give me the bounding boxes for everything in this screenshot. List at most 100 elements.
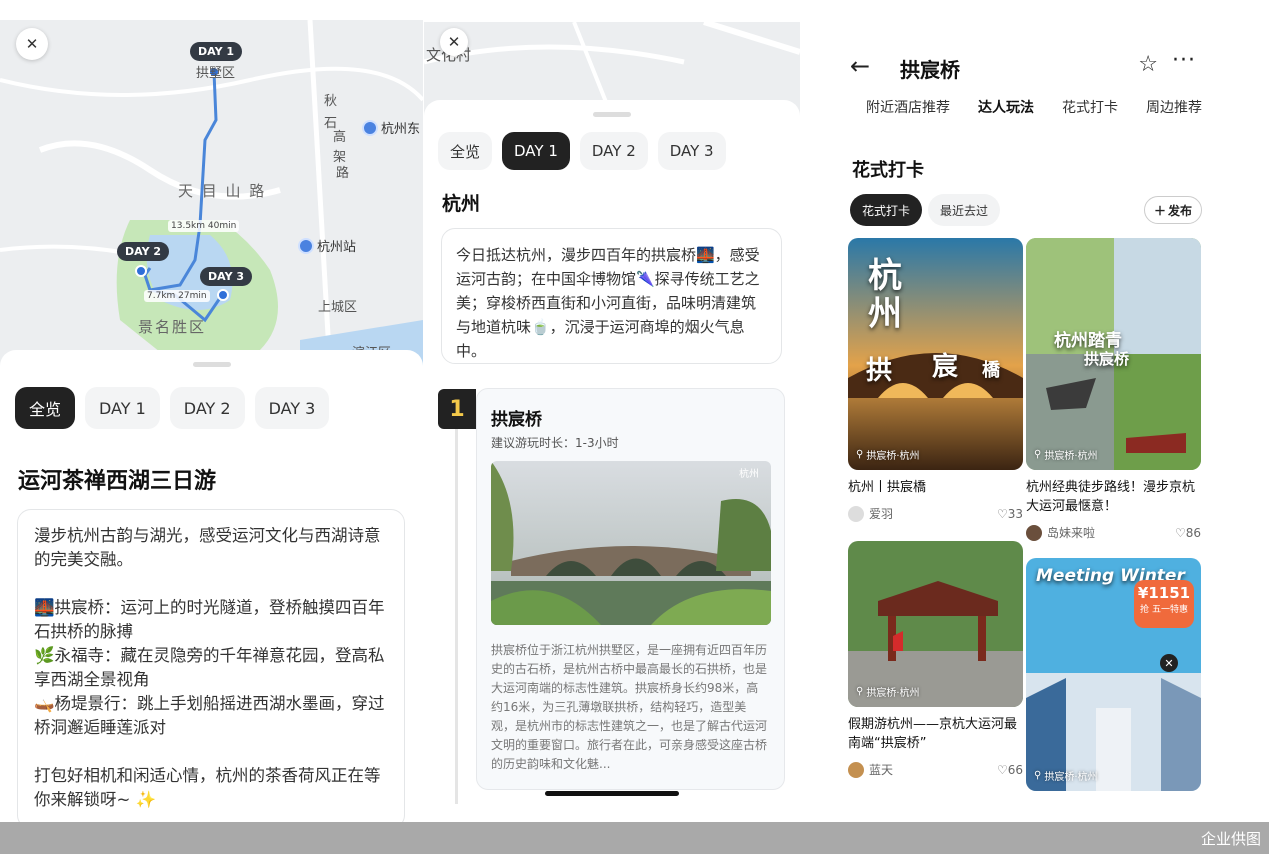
photo-watermark: 杭州 (739, 469, 759, 480)
note-author[interactable]: 岛妹来啦 (1026, 524, 1095, 541)
trip-overview-panel: ✕ DAY 1 DAY 2 DAY 3 拱墅区 秋 石 高 架 路 天 目 山 … (0, 0, 423, 822)
route-distance-2: 7.7km 27min (144, 290, 210, 302)
like-count[interactable]: ♡33 (997, 507, 1023, 521)
like-count[interactable]: ♡66 (997, 763, 1023, 777)
tab-day-3[interactable]: DAY 3 (254, 387, 330, 429)
overlay-char: 橋 (982, 360, 1000, 381)
tab-day-2[interactable]: DAY 2 (579, 132, 648, 170)
promo-subtext: 抢 五一特惠 (1140, 605, 1188, 615)
tab-nearby-hotels[interactable]: 附近酒店推荐 (866, 97, 950, 117)
map-label-gongshu: 拱墅区 (196, 66, 236, 81)
note-card[interactable]: Meeting Winter ¥1151 抢 五一特惠 ✕ ⚲ 拱宸桥·杭州 (1026, 558, 1201, 791)
map-pin-day-2[interactable]: DAY 2 (117, 242, 170, 261)
footer-credit: 企业供图 (1200, 830, 1261, 848)
tab-day-1[interactable]: DAY 1 (502, 132, 570, 170)
day-tabs: 全览 DAY 1 DAY 2 DAY 3 (438, 132, 726, 170)
location-tag: ⚲ 拱宸桥·杭州 (1034, 770, 1098, 783)
chip-checkin[interactable]: 花式打卡 (850, 194, 923, 226)
publish-button[interactable]: ＋ 发布 (1143, 196, 1202, 224)
location-pin-icon: ⚲ (1034, 449, 1042, 460)
note-author[interactable]: 蓝天 (848, 761, 893, 778)
sheet-drag-handle[interactable] (192, 362, 231, 367)
trip-summary-card: 漫步杭州古韵与湖光，感受运河文化与西湖诗意的完美交融。 🌉拱宸桥：运河上的时光隧… (17, 509, 405, 822)
poi-hangzhou-east[interactable]: 杭州东 (362, 118, 420, 137)
chip-recent[interactable]: 最近去过 (928, 194, 1001, 226)
location-tag: ⚲ 拱宸桥·杭州 (1034, 449, 1098, 462)
station-icon (298, 237, 314, 254)
tab-day-2[interactable]: DAY 2 (169, 387, 245, 429)
close-icon[interactable]: ✕ (1160, 654, 1178, 672)
spot-description: 拱宸桥位于浙江杭州拱墅区，是一座拥有近四百年历史的古石桥，是杭州古桥中最高最长的… (491, 643, 768, 771)
day-intro-card: 今日抵达杭州，漫步四百年的拱宸桥🌉，感受运河古韵；在中国伞博物馆🌂探寻传统工艺之… (441, 228, 782, 364)
trip-intro: 漫步杭州古韵与湖光，感受运河文化与西湖诗意的完美交融。 (34, 526, 381, 569)
map-label-tianmushan: 天 目 山 路 (178, 182, 267, 200)
tab-overview[interactable]: 全览 (15, 387, 76, 429)
star-icon[interactable]: ☆ (1138, 52, 1158, 77)
overlay-char: 州 (868, 294, 902, 334)
page-header: ← 拱宸桥 ☆ ··· (848, 48, 1218, 84)
avatar (848, 505, 864, 522)
note-thumbnail: Meeting Winter ¥1151 抢 五一特惠 ✕ ⚲ 拱宸桥·杭州 (1026, 558, 1201, 791)
note-meta: 爱羽 ♡33 (848, 505, 1023, 522)
note-card[interactable]: ⚲ 拱宸桥·杭州 假期游杭州——京杭大运河最南端“拱宸桥” 蓝天 ♡66 (848, 541, 1023, 778)
sheet-drag-handle[interactable] (593, 112, 631, 117)
bottom-sheet: 全览 DAY 1 DAY 2 DAY 3 杭州 今日抵达杭州，漫步四百年的拱宸桥… (424, 100, 800, 822)
note-title: 假期游杭州——京杭大运河最南端“拱宸桥” (848, 717, 1018, 751)
map-label-shangcheng: 上城区 (318, 300, 358, 315)
more-icon[interactable]: ··· (1172, 48, 1196, 73)
tab-overview[interactable]: 全览 (438, 132, 493, 170)
note-title: 杭州丨拱宸橋 (848, 480, 927, 495)
plus-icon: ＋ (1153, 203, 1166, 218)
trip-outro: 打包好相机和闲适心情，杭州的茶香荷风正在等你来解锁呀~ ✨ (34, 766, 381, 809)
section-title: 花式打卡 (852, 160, 924, 181)
map-label-road: 秋 (324, 94, 338, 109)
trip-item: 🛶杨堤景行：跳上手划船摇进西湖水墨画，穿过桥洞邂逅睡莲派对 (34, 694, 385, 737)
sub-tabs: 附近酒店推荐 达人玩法 花式打卡 周边推荐 (866, 97, 1202, 117)
day-tabs: 全览 DAY 1 DAY 2 DAY 3 (15, 387, 330, 429)
tab-day-3[interactable]: DAY 3 (657, 132, 726, 170)
filter-chips: 花式打卡 最近去过 (850, 194, 1001, 226)
avatar (848, 761, 864, 778)
trip-item: 🌿永福寺：藏在灵隐旁的千年禅意花园，登高私享西湖全景视角 (34, 646, 385, 689)
note-author[interactable]: 爱羽 (848, 505, 893, 522)
note-meta: 岛妹来啦 ♡86 (1026, 524, 1201, 541)
note-card[interactable]: 杭 州 拱 宸 橋 ⚲ 拱宸桥·杭州 杭州丨拱宸橋 爱羽 ♡33 (848, 238, 1023, 522)
location-tag: ⚲ 拱宸桥·杭州 (856, 449, 920, 462)
note-card[interactable]: 杭州踏青 拱宸桥 ⚲ 拱宸桥·杭州 杭州经典徒步路线！漫步京杭大运河最惬意！ 岛妹… (1026, 238, 1201, 541)
heart-icon: ♡ (996, 762, 1008, 777)
map-pin-day-1[interactable]: DAY 1 (190, 42, 243, 61)
overlay-char: 拱 (866, 356, 893, 386)
tab-day-1[interactable]: DAY 1 (85, 387, 160, 429)
poi-hangzhou-station[interactable]: 杭州站 (298, 236, 356, 255)
note-meta: 蓝天 ♡66 (848, 761, 1023, 778)
route-distance-1: 13.5km 40min (168, 220, 240, 232)
location-pin-icon: ⚲ (1034, 770, 1042, 781)
overlay-text: 拱宸桥 (1084, 350, 1130, 368)
heart-icon: ♡ (1174, 525, 1186, 540)
note-image (848, 541, 1023, 707)
tab-nearby[interactable]: 周边推荐 (1146, 97, 1202, 117)
close-icon[interactable]: ✕ (440, 28, 468, 56)
route-map[interactable]: ✕ DAY 1 DAY 2 DAY 3 拱墅区 秋 石 高 架 路 天 目 山 … (0, 20, 423, 370)
spot-page-panel: ← 拱宸桥 ☆ ··· 附近酒店推荐 达人玩法 花式打卡 周边推荐 花式打卡 花… (838, 0, 1218, 822)
heart-icon: ♡ (996, 506, 1008, 521)
map-label-road: 路 (336, 166, 350, 181)
like-count[interactable]: ♡86 (1175, 526, 1201, 540)
map-pin-day-3[interactable]: DAY 3 (200, 267, 253, 286)
location-pin-icon: ⚲ (856, 686, 864, 697)
close-icon[interactable]: ✕ (16, 28, 48, 60)
map-label-scenic: 景名胜区 (138, 318, 207, 336)
day-detail-panel: 文化村 ✕ 全览 DAY 1 DAY 2 DAY 3 杭州 今日抵达杭州，漫步四… (424, 0, 800, 822)
spot-photo[interactable]: 杭州 (491, 461, 771, 625)
spot-card[interactable]: 拱宸桥 建议游玩时长：1-3小时 杭州 拱宸桥位于浙江杭州拱墅区，是一座拥有近四… (476, 388, 785, 790)
tab-expert-play[interactable]: 达人玩法 (978, 97, 1034, 117)
avatar (1026, 524, 1042, 541)
timeline-line (455, 429, 458, 804)
trip-title: 运河茶禅西湖三日游 (18, 469, 217, 494)
tab-checkin[interactable]: 花式打卡 (1062, 97, 1118, 117)
note-thumbnail: ⚲ 拱宸桥·杭州 (848, 541, 1023, 707)
back-arrow-icon[interactable]: ← (850, 52, 870, 80)
spot-duration: 建议游玩时长：1-3小时 (491, 436, 619, 450)
page-title: 拱宸桥 (900, 58, 960, 82)
home-indicator (545, 791, 679, 796)
